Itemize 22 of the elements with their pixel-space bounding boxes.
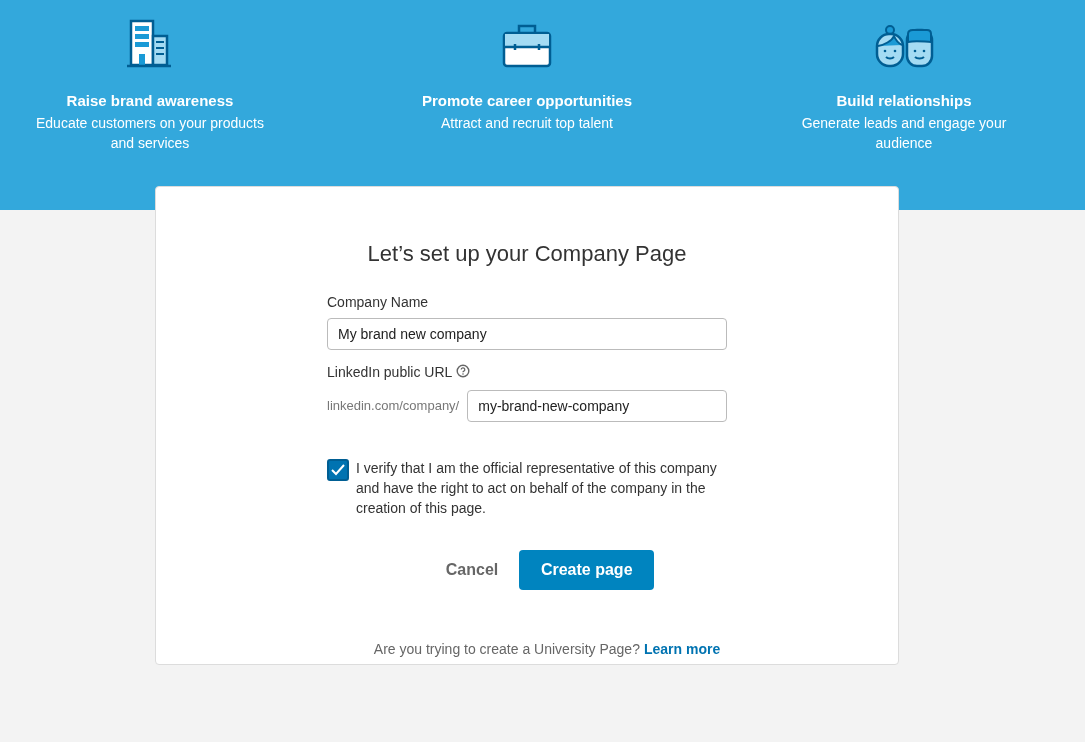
verification-statement: I verify that I am the official representative of this company and have the right to act on behalf of the company in the creation of this page. (356, 459, 718, 518)
footer-question: Are you trying to create a University Page? (373, 640, 640, 659)
cancel-button[interactable]: Cancel (439, 550, 505, 590)
url-prefix: linkedin.com/company/ (327, 397, 460, 416)
help-icon[interactable] (456, 363, 471, 378)
feature-title: Raise brand awareness (66, 91, 234, 111)
url-field[interactable]: my-brand-new-company (467, 390, 727, 422)
create-page-button[interactable]: Create page (519, 550, 655, 590)
learn-more-link[interactable]: Learn more (643, 639, 721, 660)
company-name-field[interactable]: My brand new company (327, 318, 727, 350)
checkbox[interactable] (327, 459, 349, 481)
field-label: LinkedIn public URL (327, 363, 453, 382)
form-title: Let’s set up your Company Page (367, 240, 687, 268)
feature-description: Educate customers on your products and services (35, 113, 265, 153)
feature-description: Attract and recruit top talent (440, 113, 614, 133)
briefcase-icon (502, 24, 552, 68)
feature-title: Promote career opportunities (421, 91, 632, 111)
feature-description: Generate leads and engage your audience (800, 113, 1008, 153)
check-icon (331, 464, 345, 476)
feature-title: Build relationships (836, 91, 972, 111)
field-label: Company Name (327, 293, 430, 312)
people-icon (874, 24, 934, 68)
